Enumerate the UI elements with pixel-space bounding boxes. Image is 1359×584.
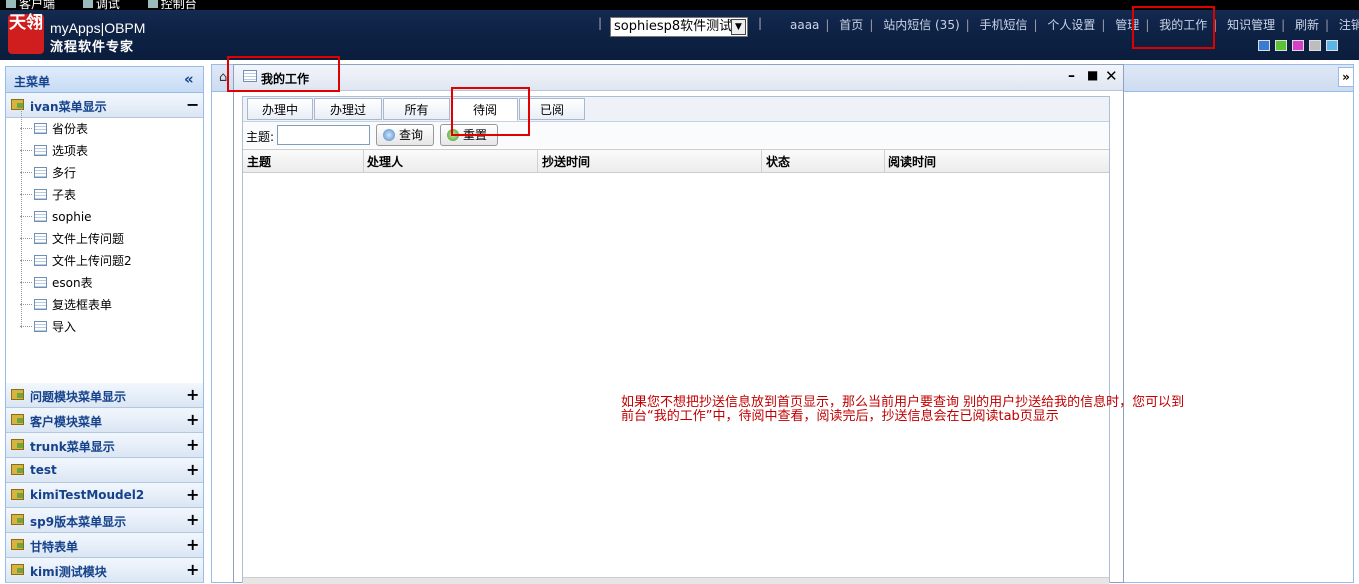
chevron-down-icon[interactable]: ▼ xyxy=(731,19,746,35)
search-icon xyxy=(383,129,395,141)
nav-divider: | xyxy=(598,16,603,30)
brand-tagline: 流程软件专家 xyxy=(50,40,135,55)
filter-bar xyxy=(243,122,1109,148)
table-icon xyxy=(34,211,47,222)
expand-icon[interactable]: + xyxy=(186,410,199,429)
menu-group[interactable]: sp9版本菜单显示 + xyxy=(6,508,203,533)
menu-group-label: ivan菜单显示 xyxy=(30,100,107,114)
console-icon xyxy=(147,0,158,8)
window-title-bar xyxy=(234,65,1123,91)
folder-icon xyxy=(11,464,24,475)
theme-swatch[interactable] xyxy=(1309,40,1321,51)
table-icon xyxy=(34,189,47,200)
tab-handled[interactable]: 办理过 xyxy=(314,98,382,120)
folder-icon xyxy=(11,539,24,550)
annotation-line-1: 如果您不想把抄送信息放到首页显示，那么当前用户要查询 别的用户抄送给我的信息时，… xyxy=(621,395,1185,410)
theme-swatch[interactable] xyxy=(1258,40,1270,51)
folder-icon xyxy=(11,564,24,575)
grid-body xyxy=(243,173,1109,578)
client-link[interactable]: 客户端 xyxy=(0,0,55,10)
theme-switcher xyxy=(1258,40,1343,54)
folder-icon xyxy=(11,99,24,110)
folder-icon xyxy=(11,389,24,400)
debug-icon xyxy=(82,0,93,8)
table-icon xyxy=(34,123,47,134)
logo: 天翎 xyxy=(8,14,44,54)
column-subject[interactable]: 主题 xyxy=(247,153,271,170)
highlight-to-read-tab xyxy=(451,87,530,136)
highlight-my-work-nav xyxy=(1132,6,1215,49)
folder-icon xyxy=(11,514,24,525)
menu-group[interactable]: test + xyxy=(6,458,203,483)
table-icon xyxy=(34,167,47,178)
table-icon xyxy=(34,321,47,332)
folder-icon xyxy=(11,489,24,500)
expand-icon[interactable]: + xyxy=(186,460,199,479)
nav-site-messages[interactable]: 站内短信 (35) xyxy=(883,18,959,32)
menu-group-open[interactable]: ivan菜单显示 − xyxy=(6,93,203,118)
folder-icon xyxy=(11,439,24,450)
column-status[interactable]: 状态 xyxy=(766,153,790,170)
expand-icon[interactable]: + xyxy=(186,535,199,554)
menu-group[interactable]: 甘特表单 + xyxy=(6,533,203,558)
folder-icon xyxy=(11,414,24,425)
nav-sms[interactable]: 手机短信 xyxy=(980,18,1028,32)
tree-connector xyxy=(21,108,22,328)
table-icon xyxy=(34,145,47,156)
nav-personal-settings[interactable]: 个人设置 xyxy=(1047,18,1095,32)
sidebar-title: 主菜单 xyxy=(14,75,51,89)
subject-label: 主题: xyxy=(246,130,275,144)
collapse-icon[interactable]: − xyxy=(186,95,199,114)
nav-logout[interactable]: 注销 xyxy=(1339,18,1359,32)
sidebar-header: 主菜单 « xyxy=(6,67,203,93)
application-select[interactable]: sophiesp8软件测试 ▼ xyxy=(610,17,748,37)
expand-icon[interactable]: + xyxy=(186,510,199,529)
menu-group[interactable]: trunk菜单显示 + xyxy=(6,433,203,458)
client-icon xyxy=(6,0,16,8)
console-link[interactable]: 控制台 xyxy=(142,0,197,10)
table-icon xyxy=(34,233,47,244)
table-icon xyxy=(34,277,47,288)
nav-user[interactable]: aaaa xyxy=(790,18,819,32)
annotation-line-2: 前台“我的工作”中，待阅中查看，阅读完后，抄送信息会在已阅读tab页显示 xyxy=(621,409,1059,424)
debug-link[interactable]: 调试 xyxy=(77,0,120,10)
menu-group[interactable]: 客户模块菜单 + xyxy=(6,408,203,433)
sidebar: 主菜单 « ivan菜单显示 − 省份表 选项表 多行 子表 sophie 文件… xyxy=(5,66,204,583)
theme-swatch[interactable] xyxy=(1326,40,1338,51)
chevron-double-down-icon[interactable]: » xyxy=(1338,67,1354,87)
column-cc-time[interactable]: 抄送时间 xyxy=(542,153,590,170)
application-select-value: sophiesp8软件测试 xyxy=(614,19,733,34)
annotation-note: 如果您不想把抄送信息放到首页显示，那么当前用户要查询 别的用户抄送给我的信息时，… xyxy=(621,396,1241,424)
table-icon xyxy=(34,255,47,266)
query-button[interactable]: 查询 xyxy=(376,124,434,146)
nav-divider: | xyxy=(758,16,763,30)
menu-group[interactable]: kimi测试模块 + xyxy=(6,558,203,583)
expand-icon[interactable]: + xyxy=(186,385,199,404)
close-icon[interactable]: ✕ xyxy=(1105,67,1118,85)
menu-group[interactable]: 问题模块菜单显示 + xyxy=(6,383,203,408)
column-read-time[interactable]: 阅读时间 xyxy=(888,153,936,170)
expand-icon[interactable]: + xyxy=(186,485,199,504)
nav-home[interactable]: 首页 xyxy=(839,18,863,32)
tab-all[interactable]: 所有 xyxy=(383,98,450,120)
nav-knowledge[interactable]: 知识管理 xyxy=(1227,18,1275,32)
theme-swatch[interactable] xyxy=(1275,40,1287,51)
menu-group[interactable]: kimiTestMoudel2 + xyxy=(6,483,203,508)
brand-name: myApps|OBPM xyxy=(50,20,146,36)
top-nav: aaaa | 首页 | 站内短信 (35) | 手机短信 | 个人设置 | 管理 | 我的工… xyxy=(790,16,1359,33)
expand-icon[interactable]: + xyxy=(186,560,199,579)
collapse-sidebar-icon[interactable]: « xyxy=(184,70,194,88)
expand-icon[interactable]: + xyxy=(186,435,199,454)
tab-in-progress[interactable]: 办理中 xyxy=(247,98,313,120)
column-handler[interactable]: 处理人 xyxy=(367,153,403,170)
table-icon xyxy=(34,299,47,310)
maximize-icon[interactable]: ■ xyxy=(1087,68,1098,82)
subject-input[interactable] xyxy=(277,125,370,145)
nav-refresh[interactable]: 刷新 xyxy=(1295,18,1319,32)
highlight-window-title xyxy=(227,56,340,92)
theme-swatch[interactable] xyxy=(1292,40,1304,51)
minimize-icon[interactable]: – xyxy=(1068,68,1075,84)
